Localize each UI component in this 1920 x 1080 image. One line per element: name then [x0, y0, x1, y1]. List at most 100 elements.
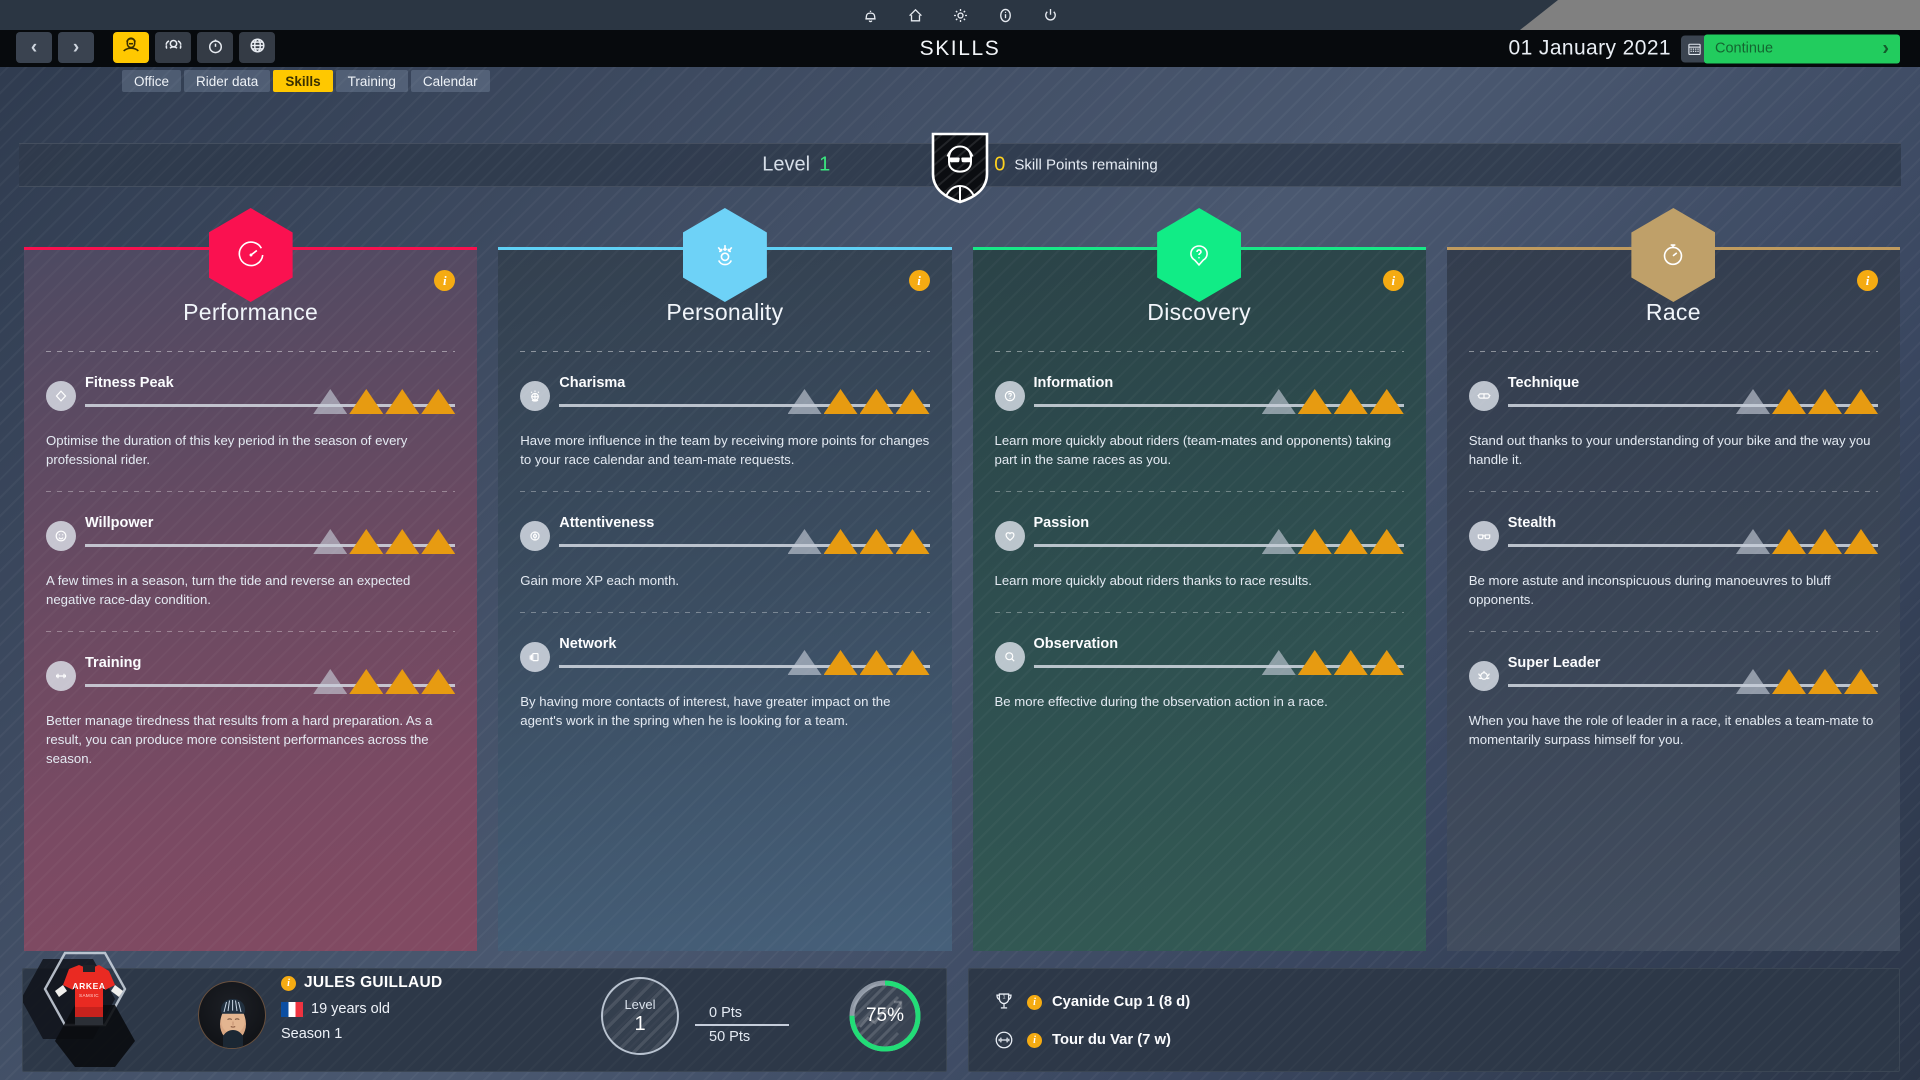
tab-office[interactable]: Office: [122, 70, 182, 92]
globe-button[interactable]: [239, 32, 275, 63]
skill-row[interactable]: Attentiveness Gain more XP each month.: [520, 492, 930, 613]
team-button[interactable]: [155, 32, 191, 63]
race-info-badge[interactable]: i: [1027, 1032, 1042, 1048]
chevron-level-3[interactable]: [421, 389, 456, 414]
skill-description: Learn more quickly about riders thanks t…: [994, 573, 1312, 588]
chevron-level-2[interactable]: [859, 529, 894, 554]
svg-text:SAMSIC: SAMSIC: [79, 993, 99, 998]
chevron-level-2[interactable]: [385, 669, 420, 694]
back-button[interactable]: ‹: [16, 32, 52, 63]
question-pin-icon: [1157, 208, 1242, 302]
diamond-icon: [46, 381, 76, 411]
chevron-marker: [1261, 650, 1296, 675]
skill-row[interactable]: Super Leader When you have the role of l…: [1468, 632, 1878, 749]
chevron-level-2[interactable]: [859, 650, 894, 675]
forward-button[interactable]: ›: [58, 32, 94, 63]
skill-body: Super Leader: [1507, 655, 1878, 694]
chevron-marker: [1261, 389, 1296, 414]
chevron-level-1[interactable]: [1297, 650, 1332, 675]
skill-row[interactable]: Technique Stand out thanks to your under…: [1468, 352, 1878, 492]
chevron-level-1[interactable]: [1772, 389, 1806, 414]
upcoming-races-panel: 1 i Cyanide Cup 1 (8 d) i Tour du Var (7: [968, 968, 1900, 1072]
chevron-level-2[interactable]: [1808, 389, 1842, 414]
skill-points-value: 0: [994, 153, 1006, 176]
skill-header: Super Leader: [1468, 655, 1878, 694]
chevron-level-1[interactable]: [349, 669, 384, 694]
chevron-level-2[interactable]: [1333, 389, 1368, 414]
chevron-level-3[interactable]: [1844, 669, 1878, 694]
tab-calendar[interactable]: Calendar: [410, 70, 490, 92]
gear-icon[interactable]: [950, 5, 970, 25]
skill-header: Information: [994, 375, 1404, 414]
info-icon[interactable]: [995, 5, 1015, 25]
skill-header: Fitness Peak: [46, 375, 456, 414]
skill-row[interactable]: Passion Learn more quickly about riders …: [994, 492, 1404, 613]
panel-info-badge[interactable]: i: [1382, 270, 1404, 291]
chevron-marker: [1261, 529, 1296, 554]
chevron-level-3[interactable]: [1369, 389, 1404, 414]
chevron-level-1[interactable]: [1297, 389, 1332, 414]
stopwatch-icon: [205, 35, 226, 61]
chevron-level-1[interactable]: [823, 389, 858, 414]
chevron-level-1[interactable]: [1297, 529, 1332, 554]
skill-row[interactable]: Observation Be more effective during the…: [994, 613, 1404, 711]
back-arrow-icon: ‹: [30, 37, 38, 58]
chevron-level-1[interactable]: [1772, 529, 1806, 554]
chevron-level-3[interactable]: [1844, 389, 1878, 414]
rider-info-badge[interactable]: i: [281, 975, 296, 991]
chevron-level-2[interactable]: [1333, 529, 1368, 554]
skill-row[interactable]: Training Better manage tiredness that re…: [46, 632, 456, 768]
focus-head-icon: [682, 208, 767, 302]
skill-row[interactable]: Stealth Be more astute and inconspicuous…: [1468, 492, 1878, 632]
avatar[interactable]: [198, 981, 266, 1049]
skill-row[interactable]: Charisma Have more influence in the team…: [520, 352, 930, 492]
continue-button[interactable]: Continue ›: [1704, 34, 1900, 63]
skill-rail: [85, 529, 456, 554]
chevron-level-3[interactable]: [1369, 529, 1404, 554]
chevron-level-3[interactable]: [1369, 650, 1404, 675]
list-item[interactable]: i Tour du Var (7 w): [991, 1027, 1190, 1053]
skill-description: Have more influence in the team by recei…: [520, 433, 930, 467]
chevron-level-2[interactable]: [385, 529, 420, 554]
skill-row[interactable]: Network By having more contacts of inter…: [520, 613, 930, 730]
race-info-badge[interactable]: i: [1027, 994, 1042, 1010]
race-name: Tour du Var (7 w): [1052, 1032, 1171, 1048]
panel-info-badge[interactable]: i: [1857, 270, 1878, 291]
chevron-level-1[interactable]: [1772, 669, 1806, 694]
chevron-level-2[interactable]: [1808, 669, 1842, 694]
panel-info-badge[interactable]: i: [908, 270, 930, 291]
home-icon[interactable]: [905, 5, 925, 25]
chevron-level-1[interactable]: [349, 529, 384, 554]
panel-info-badge[interactable]: i: [434, 270, 456, 291]
jersey-icon[interactable]: ARKEA SAMSIC: [21, 949, 141, 1067]
bell-icon[interactable]: [860, 5, 880, 25]
skill-row[interactable]: Fitness Peak Optimise the duration of th…: [46, 352, 456, 492]
chevron-level-2[interactable]: [385, 389, 420, 414]
tab-training[interactable]: Training: [335, 70, 408, 92]
chevron-level-1[interactable]: [823, 529, 858, 554]
chevron-level-3[interactable]: [421, 529, 456, 554]
chrome-icon-group: [860, 0, 1060, 30]
chevron-level-3[interactable]: [1844, 529, 1878, 554]
power-icon[interactable]: [1040, 5, 1060, 25]
chevron-level-3[interactable]: [421, 669, 456, 694]
list-item[interactable]: 1 i Cyanide Cup 1 (8 d): [991, 989, 1190, 1015]
skill-chevrons: [1261, 650, 1404, 675]
chevron-level-3[interactable]: [895, 529, 930, 554]
chevron-level-2[interactable]: [1808, 529, 1842, 554]
skill-row[interactable]: Information Learn more quickly about rid…: [994, 352, 1404, 492]
chevron-level-3[interactable]: [895, 650, 930, 675]
tab-skills[interactable]: Skills: [273, 70, 333, 92]
chevron-level-3[interactable]: [895, 389, 930, 414]
tab-rider-data[interactable]: Rider data: [184, 70, 271, 92]
chevron-level-1[interactable]: [823, 650, 858, 675]
stopwatch-button[interactable]: [197, 32, 233, 63]
rider-button[interactable]: [113, 32, 149, 63]
skill-row[interactable]: Willpower A few times in a season, turn …: [46, 492, 456, 632]
chevron-level-1[interactable]: [349, 389, 384, 414]
chevron-level-2[interactable]: [1333, 650, 1368, 675]
skill-rail: [1033, 389, 1404, 414]
rider-points-next: 50 Pts: [709, 1029, 751, 1045]
panel-title: Personality: [666, 299, 784, 325]
chevron-level-2[interactable]: [859, 389, 894, 414]
